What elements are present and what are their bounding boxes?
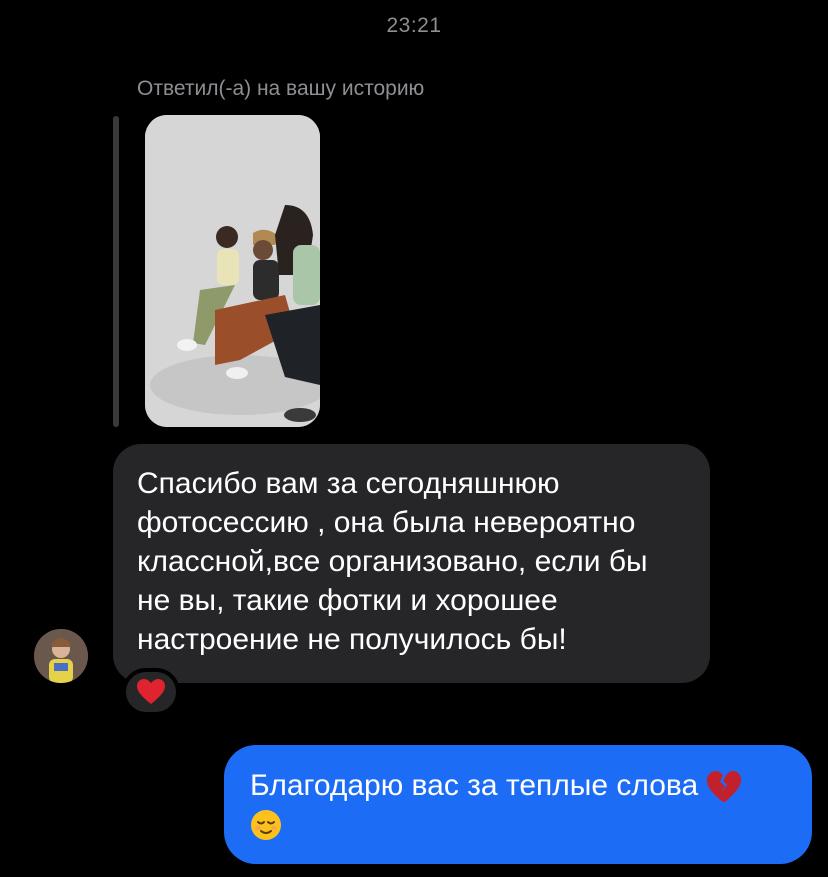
reply-indicator-bar [113,116,119,427]
incoming-message-text: Спасибо вам за сегодняшнюю фотосессию , … [137,467,648,656]
red-heart-icon [137,679,165,704]
broken-heart-icon [706,771,741,803]
incoming-message-bubble[interactable]: Спасибо вам за сегодняшнюю фотосессию , … [113,444,710,683]
sender-avatar[interactable] [34,629,88,683]
story-thumbnail[interactable] [145,115,320,427]
relieved-face-icon [251,810,281,841]
outgoing-message-line: Благодарю вас за теплые слова [250,767,788,843]
message-timestamp: 23:21 [386,14,442,37]
story-reply-label: Ответил(-а) на вашу историю [137,77,425,100]
message-reaction[interactable] [122,668,180,716]
outgoing-message-text: Благодарю вас за теплые слова [250,769,699,802]
avatar-image [34,629,88,683]
story-photo-illustration [145,115,320,427]
outgoing-message-bubble[interactable]: Благодарю вас за теплые слова [224,745,812,864]
